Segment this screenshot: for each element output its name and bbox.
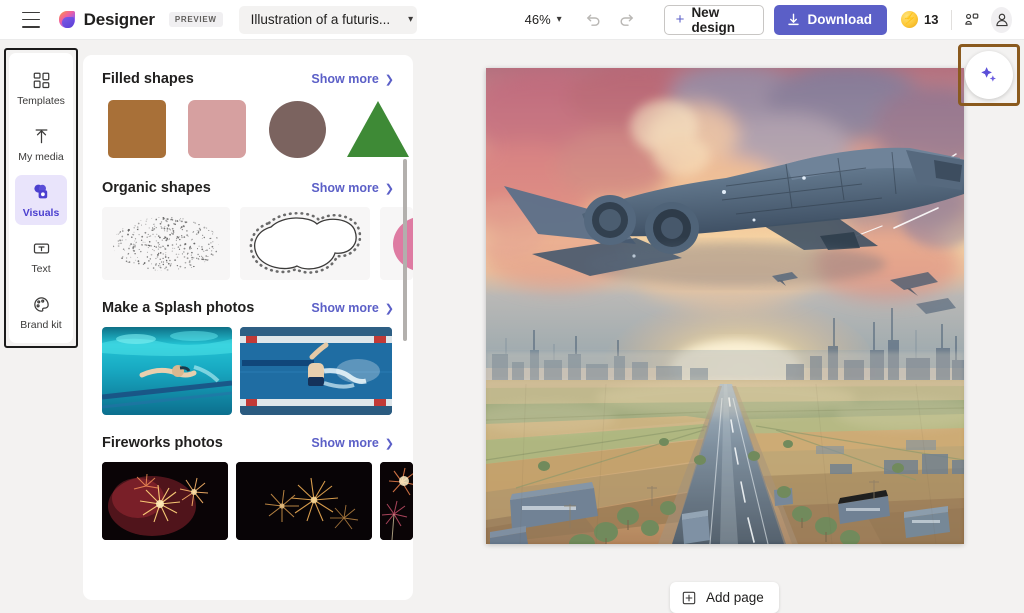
new-design-label: New design (691, 4, 735, 35)
section-make-a-splash-photos: Make a Splash photos Show more ❯ (102, 300, 413, 415)
palette-icon (32, 293, 51, 315)
download-label: Download (807, 12, 873, 27)
brown-square-shape[interactable] (102, 98, 172, 160)
panel-scrollbar[interactable] (403, 159, 407, 341)
zoom-level: 46% (524, 12, 551, 27)
rose-rounded-square-shape[interactable] (182, 98, 252, 160)
share-nodes-icon[interactable] (961, 7, 982, 33)
download-button[interactable]: Download (773, 4, 888, 35)
credits-count: 13 (924, 12, 939, 27)
section-title: Make a Splash photos (102, 300, 255, 316)
section-title: Filled shapes (102, 71, 194, 87)
plus-square-icon (682, 591, 696, 604)
brand-name: Designer (83, 9, 155, 29)
header-divider (951, 9, 953, 30)
chevron-down-icon: ▾ (556, 14, 562, 25)
sidebar-item-text[interactable]: Text (15, 231, 67, 281)
section-filled-shapes: Filled shapes Show more ❯ (102, 71, 413, 160)
green-triangle-shape[interactable] (343, 98, 413, 160)
brand-logo-group: Designer (58, 10, 155, 30)
templates-grid-icon (32, 69, 51, 91)
section-fireworks-photos: Fireworks photos Show more ❯ (102, 435, 413, 540)
new-design-button[interactable]: + New design (663, 4, 764, 35)
document-title-dropdown[interactable]: Illustration of a futuris... ▾ (238, 5, 417, 34)
dotted-outline-blob-shape[interactable] (240, 207, 371, 280)
app-header: Designer PREVIEW Illustration of a futur… (0, 0, 1024, 40)
text-box-icon (32, 237, 51, 259)
underwater-swimmer-photo[interactable] (102, 327, 232, 415)
chevron-right-icon: ❯ (384, 182, 394, 195)
upload-arrow-icon (32, 125, 51, 147)
pink-organic-shape[interactable] (380, 207, 413, 280)
chevron-right-icon: ❯ (384, 302, 394, 315)
designer-app: Designer PREVIEW Illustration of a futur… (0, 0, 1024, 613)
mauve-circle-shape[interactable] (263, 98, 333, 160)
visuals-shapes-icon (31, 181, 51, 203)
section-title: Organic shapes (102, 180, 211, 196)
firework-trail-photo[interactable] (380, 462, 413, 540)
show-more-filled-shapes[interactable]: Show more ❯ (311, 72, 394, 86)
add-page-label: Add page (706, 590, 764, 605)
artwork-canvas[interactable] (486, 68, 964, 544)
sidebar-item-label: Visuals (22, 207, 60, 219)
plus-icon: + (675, 11, 685, 28)
red-firework-burst-photo[interactable] (102, 462, 229, 540)
sidebar-item-label: My media (18, 151, 64, 163)
chevron-right-icon: ❯ (384, 437, 394, 450)
credits-badge[interactable]: ⚡ 13 (901, 11, 938, 28)
lightning-coin-icon: ⚡ (901, 11, 919, 28)
zoom-control[interactable]: 46% ▾ (525, 12, 562, 27)
sidebar-item-label: Brand kit (20, 319, 62, 331)
show-more-label: Show more (311, 181, 379, 195)
document-title: Illustration of a futuris... (250, 12, 391, 27)
golden-fireworks-photo[interactable] (236, 462, 373, 540)
sidebar-item-label: Text (31, 263, 51, 275)
sidebar-item-brand-kit[interactable]: Brand kit (15, 287, 67, 337)
show-more-label: Show more (311, 72, 379, 86)
hamburger-icon[interactable] (22, 11, 40, 28)
sidebar-item-visuals[interactable]: Visuals (15, 175, 67, 225)
sidebar-item-label: Templates (17, 95, 65, 107)
section-organic-shapes: Organic shapes Show more ❯ (102, 180, 413, 280)
show-more-organic-shapes[interactable]: Show more ❯ (311, 181, 394, 195)
preview-badge: PREVIEW (168, 12, 223, 27)
show-more-splash-photos[interactable]: Show more ❯ (311, 301, 394, 315)
chevron-right-icon: ❯ (384, 73, 394, 86)
section-title: Fireworks photos (102, 435, 223, 451)
sparkle-icon (981, 67, 996, 82)
account-person-icon[interactable] (991, 6, 1012, 33)
add-page-button[interactable]: Add page (670, 582, 779, 613)
designer-logo-icon (58, 10, 77, 29)
design-canvas-area (486, 68, 964, 544)
sidebar-item-templates[interactable]: Templates (15, 63, 67, 113)
show-more-fireworks-photos[interactable]: Show more ❯ (311, 436, 394, 450)
redo-button[interactable] (618, 11, 636, 29)
ai-sparkle-button[interactable] (965, 51, 1013, 99)
stippled-blob-shape[interactable] (102, 207, 231, 280)
left-sidebar: Templates My media Visuals Text Brand ki… (9, 53, 73, 343)
overhead-swimming-pool-photo[interactable] (240, 327, 392, 415)
futuristic-spacecraft-watercolor-illustration (486, 68, 964, 544)
show-more-label: Show more (311, 301, 379, 315)
visuals-asset-panel: Filled shapes Show more ❯ Organic shapes (83, 55, 413, 600)
undo-button[interactable] (584, 11, 602, 29)
sidebar-item-my-media[interactable]: My media (15, 119, 67, 169)
download-arrow-icon (787, 13, 799, 26)
show-more-label: Show more (311, 436, 379, 450)
chevron-down-icon: ▾ (408, 13, 414, 25)
